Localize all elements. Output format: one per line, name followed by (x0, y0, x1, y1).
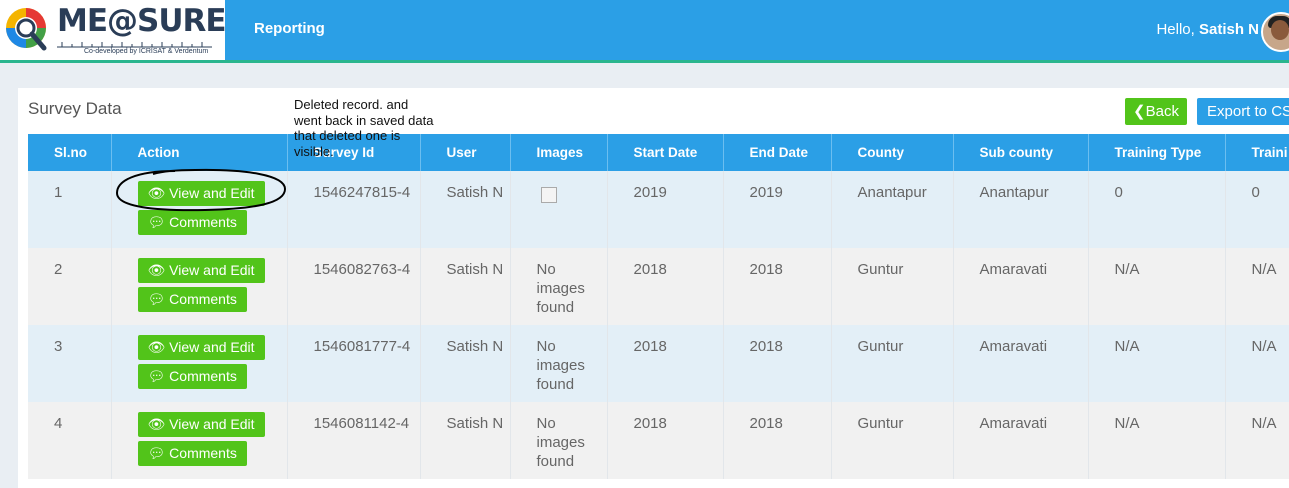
cell-action: 👁︎ View and Edit 💬︎ Comments (111, 248, 288, 325)
comments-label: Comments (169, 214, 237, 230)
cell-sub-county: Amaravati (953, 248, 1089, 325)
cell-county: Guntur (831, 402, 954, 479)
comments-label: Comments (169, 291, 237, 307)
user-greeting[interactable]: Hello, Satish N (1156, 21, 1259, 38)
cell-start-date: 2018 (607, 248, 724, 325)
cell-user: Satish N (420, 248, 511, 325)
cell-training-type: N/A (1088, 402, 1226, 479)
cell-action: 👁︎ View and Edit 💬︎ Comments (111, 402, 288, 479)
comments-label: Comments (169, 445, 237, 461)
cell-training: N/A (1225, 248, 1289, 325)
table-row: 2 👁︎ View and Edit 💬︎ Comments 154608276… (28, 248, 1289, 325)
cell-images: No images found (510, 325, 608, 402)
col-header-end-date[interactable]: End Date (723, 134, 832, 171)
col-header-slno[interactable]: Sl.no (28, 134, 112, 171)
cell-end-date: 2018 (723, 248, 832, 325)
logo-subtitle: Co-developed by ICRISAT & Verdentum (84, 48, 209, 55)
view-and-edit-button[interactable]: 👁︎ View and Edit (137, 258, 265, 283)
cell-slno: 3 (28, 325, 112, 402)
cell-sub-county: Amaravati (953, 325, 1089, 402)
comments-icon: 💬︎ (147, 368, 166, 384)
avatar[interactable] (1261, 12, 1289, 52)
view-label: View and Edit (169, 262, 255, 278)
top-navbar: ME@SURE Co-developed by ICRISAT & Verden… (0, 0, 1289, 60)
col-header-images[interactable]: Images (510, 134, 608, 171)
cell-slno: 1 (28, 171, 112, 248)
cell-training: N/A (1225, 325, 1289, 402)
accent-strip (0, 60, 1289, 63)
table-row: 4 👁︎ View and Edit 💬︎ Comments 154608114… (28, 402, 1289, 479)
cell-survey-id: 1546247815-4 (287, 171, 421, 248)
cell-slno: 4 (28, 402, 112, 479)
view-label: View and Edit (169, 416, 255, 432)
cell-end-date: 2019 (723, 171, 832, 248)
survey-data-card: Survey Data ❮Back Export to CSV Sl.no Ac… (18, 88, 1289, 488)
cell-survey-id: 1546081142-4 (287, 402, 421, 479)
col-header-training-type[interactable]: Training Type (1088, 134, 1226, 171)
cell-survey-id: 1546081777-4 (287, 325, 421, 402)
col-header-sub-county[interactable]: Sub county (953, 134, 1089, 171)
cell-sub-county: Anantapur (953, 171, 1089, 248)
cell-images: No images found (510, 248, 608, 325)
back-button[interactable]: ❮Back (1125, 98, 1187, 125)
cell-training-type: N/A (1088, 325, 1226, 402)
cell-county: Guntur (831, 248, 954, 325)
eye-icon: 👁︎ (147, 416, 166, 432)
comments-icon: 💬︎ (147, 445, 166, 461)
cell-images: No images found (510, 402, 608, 479)
back-label: Back (1145, 103, 1179, 120)
table-row: 3 👁︎ View and Edit 💬︎ Comments 154608177… (28, 325, 1289, 402)
cell-county: Anantapur (831, 171, 954, 248)
cell-end-date: 2018 (723, 325, 832, 402)
comments-icon: 💬︎ (147, 291, 166, 307)
cell-slno: 2 (28, 248, 112, 325)
chevron-left-icon: ❮ (1133, 103, 1146, 120)
col-header-county[interactable]: County (831, 134, 954, 171)
cell-sub-county: Amaravati (953, 402, 1089, 479)
annotation-circle (115, 168, 287, 212)
col-header-start-date[interactable]: Start Date (607, 134, 724, 171)
comments-button[interactable]: 💬︎ Comments (137, 210, 247, 235)
export-csv-button[interactable]: Export to CSV (1197, 98, 1289, 125)
table-header-row: Sl.no Action Survey Id User Images Start… (28, 134, 1289, 171)
cell-user: Satish N (420, 171, 511, 248)
comments-button[interactable]: 💬︎ Comments (137, 441, 247, 466)
cell-start-date: 2019 (607, 171, 724, 248)
cell-training: 0 (1225, 171, 1289, 248)
cell-user: Satish N (420, 402, 511, 479)
comments-label: Comments (169, 368, 237, 384)
cell-end-date: 2018 (723, 402, 832, 479)
cell-survey-id: 1546082763-4 (287, 248, 421, 325)
eye-icon: 👁︎ (147, 262, 166, 278)
view-and-edit-button[interactable]: 👁︎ View and Edit (137, 412, 265, 437)
greeting-text: Hello, (1156, 21, 1195, 38)
comments-button[interactable]: 💬︎ Comments (137, 364, 247, 389)
user-name: Satish N (1198, 21, 1259, 38)
col-header-action[interactable]: Action (111, 134, 288, 171)
view-and-edit-button[interactable]: 👁︎ View and Edit (137, 335, 265, 360)
cell-training-type: N/A (1088, 248, 1226, 325)
logo-wheel-icon (6, 8, 47, 51)
nav-reporting-link[interactable]: Reporting (254, 20, 325, 37)
comments-icon: 💬︎ (147, 214, 166, 230)
cell-training: N/A (1225, 402, 1289, 479)
logo-text: ME@SURE (57, 3, 227, 39)
comments-button[interactable]: 💬︎ Comments (137, 287, 247, 312)
brand-logo[interactable]: ME@SURE Co-developed by ICRISAT & Verden… (0, 0, 227, 60)
view-label: View and Edit (169, 339, 255, 355)
cell-start-date: 2018 (607, 325, 724, 402)
col-header-training[interactable]: Traini (1225, 134, 1289, 171)
avatar-face (1271, 20, 1289, 40)
eye-icon: 👁︎ (147, 339, 166, 355)
annotation-note: Deleted record. and went back in saved d… (294, 97, 434, 159)
cell-user: Satish N (420, 325, 511, 402)
cell-start-date: 2018 (607, 402, 724, 479)
cell-action: 👁︎ View and Edit 💬︎ Comments (111, 325, 288, 402)
cell-images (510, 171, 608, 248)
cell-county: Guntur (831, 325, 954, 402)
page-title: Survey Data (28, 99, 122, 118)
broken-image-icon[interactable] (540, 187, 557, 203)
cell-training-type: 0 (1088, 171, 1226, 248)
